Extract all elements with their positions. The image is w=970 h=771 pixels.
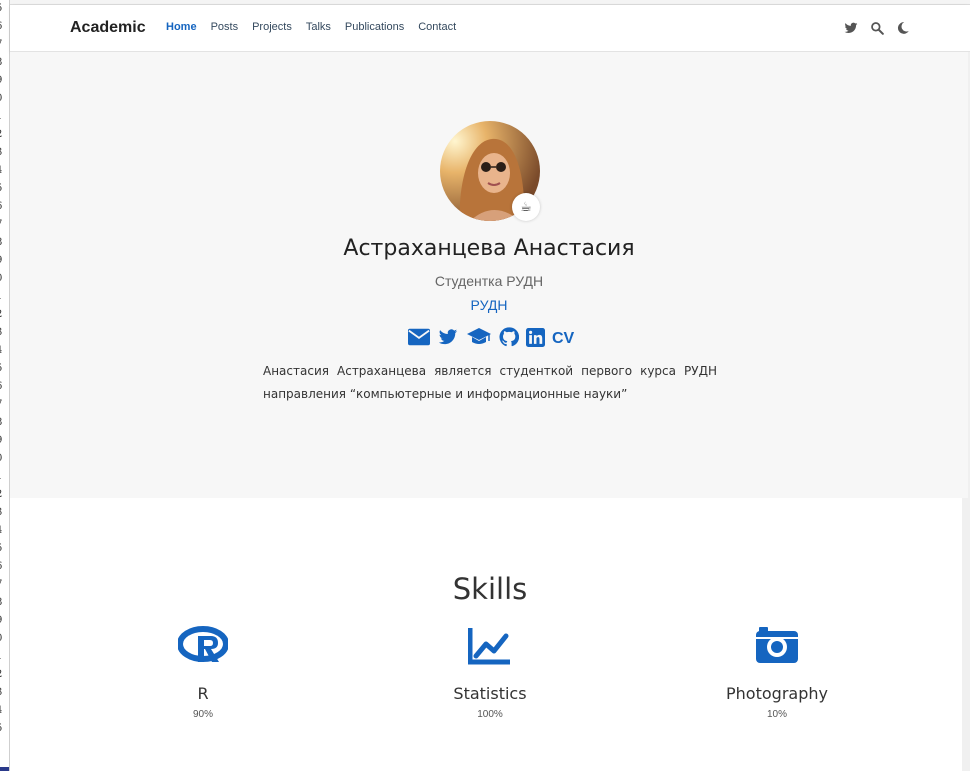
gutter-line-number: 7 <box>0 396 9 414</box>
gutter-line-number: 7 <box>0 36 9 54</box>
profile-organization[interactable]: РУДН <box>10 297 968 313</box>
graduation-cap-icon[interactable] <box>466 327 492 351</box>
gutter-line-number: 6 <box>0 378 9 396</box>
gutter-line-number: 3 <box>0 504 9 522</box>
skill-name: Photography <box>726 684 828 703</box>
editor-gutter: 5678901234567890123456789012345678901234… <box>0 0 10 771</box>
gutter-line-number: 8 <box>0 234 9 252</box>
twitter-icon[interactable] <box>844 20 858 34</box>
moon-icon[interactable] <box>896 20 910 34</box>
gutter-line-number: 8 <box>0 594 9 612</box>
gutter-line-number: 0 <box>0 270 9 288</box>
gutter-line-number: 4 <box>0 162 9 180</box>
skill-percent: 100% <box>477 709 503 720</box>
status-emoji: ☕ <box>512 193 540 221</box>
camera-icon <box>677 626 877 670</box>
cv-link[interactable]: CV <box>552 330 574 348</box>
gutter-line-number: 2 <box>0 126 9 144</box>
navbar: Academic Home Posts Projects Talks Publi… <box>10 5 970 52</box>
gutter-line-number: 0 <box>0 450 9 468</box>
envelope-icon[interactable] <box>408 328 430 350</box>
nav-icons <box>844 20 910 35</box>
nav-item-contact[interactable]: Contact <box>418 21 456 33</box>
gutter-line-number: 8 <box>0 54 9 72</box>
gutter-line-number: 5 <box>0 720 9 738</box>
gutter-line-number: 3 <box>0 144 9 162</box>
nav-item-projects[interactable]: Projects <box>252 21 292 33</box>
linkedin-icon[interactable] <box>526 327 545 351</box>
skill-item-statistics: Statistics 100% <box>390 626 590 720</box>
gutter-line-number: 9 <box>0 432 9 450</box>
profile-role: Студентка РУДН <box>434 273 544 289</box>
gutter-marker <box>0 767 9 771</box>
gutter-line-number: 9 <box>0 612 9 630</box>
gutter-line-number: 4 <box>0 342 9 360</box>
gutter-line-number: 8 <box>0 414 9 432</box>
profile-bio: Анастасия Астраханцева является студентк… <box>263 364 717 401</box>
gutter-line-number: 7 <box>0 216 9 234</box>
gutter-line-number: 1 <box>0 648 9 666</box>
skill-percent: 90% <box>192 709 213 720</box>
gutter-line-number: 4 <box>0 522 9 540</box>
skills-heading: Skills <box>452 572 528 606</box>
skill-name: Statistics <box>453 684 527 703</box>
social-links: CV <box>408 327 574 351</box>
gutter-line-number: 6 <box>0 558 9 576</box>
search-icon[interactable] <box>870 20 884 35</box>
gutter-line-number: 3 <box>0 684 9 702</box>
gutter-line-number: 0 <box>0 630 9 648</box>
site-brand[interactable]: Academic <box>70 19 146 37</box>
gutter-line-number: 2 <box>0 486 9 504</box>
gutter-line-number: 5 <box>0 180 9 198</box>
nav-item-posts[interactable]: Posts <box>211 21 239 33</box>
gutter-line-number: 1 <box>0 288 9 306</box>
skill-percent: 10% <box>766 709 787 720</box>
gutter-line-number: 5 <box>0 360 9 378</box>
gutter-line-number: 2 <box>0 666 9 684</box>
profile-name: Астраханцева Анастасия <box>343 236 635 261</box>
gutter-line-number: 5 <box>0 540 9 558</box>
gutter-line-number: 1 <box>0 108 9 126</box>
gutter-line-number: 2 <box>0 306 9 324</box>
nav-item-publications[interactable]: Publications <box>345 21 404 33</box>
gutter-line-number: 9 <box>0 252 9 270</box>
skill-name: R <box>197 684 209 703</box>
gutter-line-number: 4 <box>0 702 9 720</box>
github-icon[interactable] <box>499 327 520 351</box>
gutter-line-number: 0 <box>0 90 9 108</box>
profile-section: ☕ Астраханцева Анастасия Студентка РУДН … <box>10 52 968 498</box>
twitter-icon[interactable] <box>437 327 459 351</box>
gutter-line-number: 9 <box>0 72 9 90</box>
main-nav: Home Posts Projects Talks Publications C… <box>166 21 456 33</box>
gutter-line-number: 1 <box>0 468 9 486</box>
nav-item-talks[interactable]: Talks <box>306 21 331 33</box>
nav-item-home[interactable]: Home <box>166 21 197 33</box>
gutter-line-number: 7 <box>0 576 9 594</box>
chart-line-icon <box>390 626 590 670</box>
skill-item-photography: Photography 10% <box>677 626 877 720</box>
skill-item-r: R 90% <box>103 626 303 720</box>
gutter-line-number: 6 <box>0 18 9 36</box>
gutter-line-number: 3 <box>0 324 9 342</box>
gutter-line-number: 5 <box>0 0 9 18</box>
r-logo-icon <box>103 626 303 670</box>
gutter-line-number: 6 <box>0 198 9 216</box>
